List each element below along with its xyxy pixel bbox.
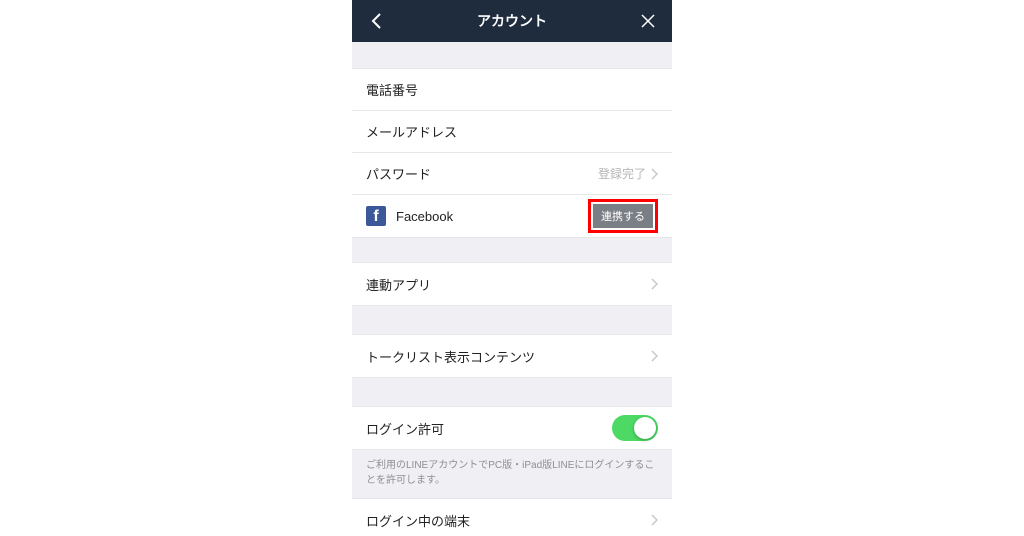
row-phone-number[interactable]: 電話番号 xyxy=(352,69,672,111)
chevron-right-icon xyxy=(650,514,658,526)
login-permission-note: ご利用のLINEアカウントでPC版・iPad版LINEにログインすることを許可し… xyxy=(352,450,672,498)
page-title: アカウント xyxy=(352,11,672,31)
toggle-knob xyxy=(634,417,656,439)
row-logged-in-devices[interactable]: ログイン中の端末 xyxy=(352,499,672,536)
facebook-link-button[interactable]: 連携する xyxy=(593,204,653,228)
back-button[interactable] xyxy=(362,7,390,35)
value-password: 登録完了 xyxy=(598,165,646,182)
label-linked-apps: 連動アプリ xyxy=(366,275,650,294)
chevron-left-icon xyxy=(370,12,382,30)
phone-frame: アカウント 電話番号 メールアドレス パスワード 登録完了 xyxy=(352,0,672,536)
row-linked-apps[interactable]: 連動アプリ xyxy=(352,263,672,305)
talklist-group: トークリスト表示コンテンツ xyxy=(352,334,672,378)
linked-apps-group: 連動アプリ xyxy=(352,262,672,306)
highlight-annotation: 連携する xyxy=(588,199,658,233)
row-facebook: f Facebook 連携する xyxy=(352,195,672,237)
label-logged-in-devices: ログイン中の端末 xyxy=(366,511,650,530)
close-button[interactable] xyxy=(634,7,662,35)
login-permission-toggle[interactable] xyxy=(612,415,658,441)
spacer xyxy=(352,306,672,334)
logged-in-devices-group: ログイン中の端末 xyxy=(352,498,672,536)
spacer xyxy=(352,42,672,68)
label-email: メールアドレス xyxy=(366,122,658,141)
label-login-permission: ログイン許可 xyxy=(366,419,612,438)
facebook-icon: f xyxy=(366,206,386,226)
row-talk-list-content[interactable]: トークリスト表示コンテンツ xyxy=(352,335,672,377)
row-login-permission: ログイン許可 xyxy=(352,407,672,449)
label-password: パスワード xyxy=(366,164,598,183)
settings-content: 電話番号 メールアドレス パスワード 登録完了 f Facebook 連携する xyxy=(352,42,672,536)
chevron-right-icon xyxy=(650,350,658,362)
close-icon xyxy=(640,13,656,29)
login-permission-group: ログイン許可 xyxy=(352,406,672,450)
row-email[interactable]: メールアドレス xyxy=(352,111,672,153)
spacer xyxy=(352,378,672,406)
navbation-bar: アカウント xyxy=(352,0,672,42)
label-facebook: Facebook xyxy=(396,209,588,224)
label-talk-list: トークリスト表示コンテンツ xyxy=(366,347,650,366)
label-phone: 電話番号 xyxy=(366,80,658,99)
chevron-right-icon xyxy=(650,278,658,290)
row-password[interactable]: パスワード 登録完了 xyxy=(352,153,672,195)
account-credentials-group: 電話番号 メールアドレス パスワード 登録完了 f Facebook 連携する xyxy=(352,68,672,238)
chevron-right-icon xyxy=(650,168,658,180)
spacer xyxy=(352,238,672,262)
